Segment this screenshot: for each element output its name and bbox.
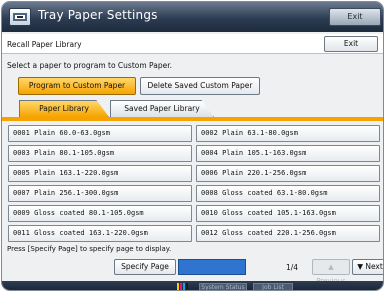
tray-icon [9,8,31,26]
instruction-text: Select a paper to program to Custom Pape… [7,61,172,70]
paper-item-0002[interactable]: 0002 Plain 63.1-80.0gsm [196,125,380,142]
tab-paper-library[interactable]: Paper Library [19,100,109,117]
system-status-button[interactable]: System Status [199,283,247,290]
paper-item-0005[interactable]: 0005 Plain 163.1-220.0gsm [8,165,192,182]
title-exit-button[interactable]: Exit [329,8,381,26]
program-to-custom-paper-button[interactable]: Program to Custom Paper [18,77,136,95]
status-bar [2,281,383,290]
delete-saved-custom-paper-button[interactable]: Delete Saved Custom Paper [140,77,260,95]
page-indicator: 1/4 [286,263,299,272]
window-title: Tray Paper Settings [38,8,158,22]
recall-label: Recall Paper Library [7,40,82,49]
next-page-button[interactable]: ▼ Next [352,259,383,275]
paper-item-0008[interactable]: 0008 Gloss coated 63.1-80.0gsm [196,185,380,202]
tab-saved-paper-library[interactable]: Saved Paper Library [110,100,214,117]
specify-page-hint: Press [Specify Page] to specify page to … [7,245,172,253]
recall-row: Recall Paper Library Exit [2,34,383,54]
previous-page-button[interactable]: ▲ Previous [312,259,350,285]
page-number-field[interactable] [178,259,246,275]
paper-item-0011[interactable]: 0011 Gloss coated 163.1-220.0gsm [8,225,192,242]
paper-item-0009[interactable]: 0009 Gloss coated 80.1-105.0gsm [8,205,192,222]
job-list-button[interactable]: Job List [253,283,293,290]
exit-button[interactable]: Exit [324,36,378,52]
tray-paper-settings-screen: Tray Paper Settings Exit Recall Paper Li… [1,1,384,291]
tab-underline [2,117,383,121]
specify-page-button[interactable]: Specify Page [114,259,176,275]
paper-item-0006[interactable]: 0006 Plain 220.1-256.0gsm [196,165,380,182]
paper-item-0003[interactable]: 0003 Plain 80.1-105.0gsm [8,145,192,162]
title-bar: Tray Paper Settings Exit [2,2,383,32]
toner-level-icon [177,283,191,290]
paper-item-0004[interactable]: 0004 Plain 105.1-163.0gsm [196,145,380,162]
paper-item-0010[interactable]: 0010 Gloss coated 105.1-163.0gsm [196,205,380,222]
paper-item-0012[interactable]: 0012 Gloss coated 220.1-256.0gsm [196,225,380,242]
paper-item-0007[interactable]: 0007 Plain 256.1-300.0gsm [8,185,192,202]
paper-item-0001[interactable]: 0001 Plain 60.0-63.0gsm [8,125,192,142]
